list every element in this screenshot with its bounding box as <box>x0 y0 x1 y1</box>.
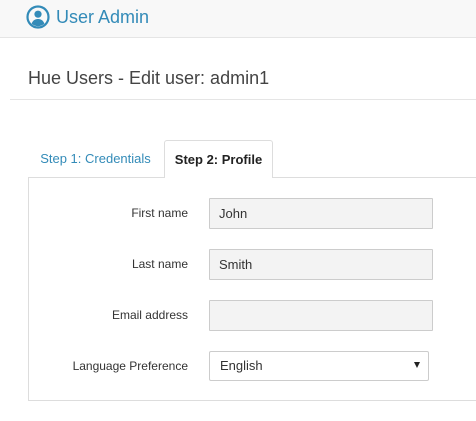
last-name-label: Last name <box>131 257 188 271</box>
page-title: Hue Users - Edit user: admin1 <box>28 68 270 88</box>
tab-profile[interactable]: Step 2: Profile <box>164 140 273 178</box>
title-divider <box>10 99 476 100</box>
app-header: User Admin <box>0 0 476 38</box>
email-label: Email address <box>111 308 188 322</box>
first-name-label: First name <box>131 206 188 220</box>
language-select[interactable]: English <box>209 351 429 381</box>
user-circle-icon[interactable] <box>26 5 50 29</box>
last-name-input[interactable] <box>209 249 433 280</box>
language-select-value: English <box>220 358 263 373</box>
language-label: Language Preference <box>72 359 188 373</box>
first-name-input[interactable] <box>209 198 433 229</box>
app-title[interactable]: User Admin <box>56 5 149 29</box>
chevron-down-icon <box>414 362 420 368</box>
tab-credentials[interactable]: Step 1: Credentials <box>28 140 163 177</box>
email-input[interactable] <box>209 300 433 331</box>
